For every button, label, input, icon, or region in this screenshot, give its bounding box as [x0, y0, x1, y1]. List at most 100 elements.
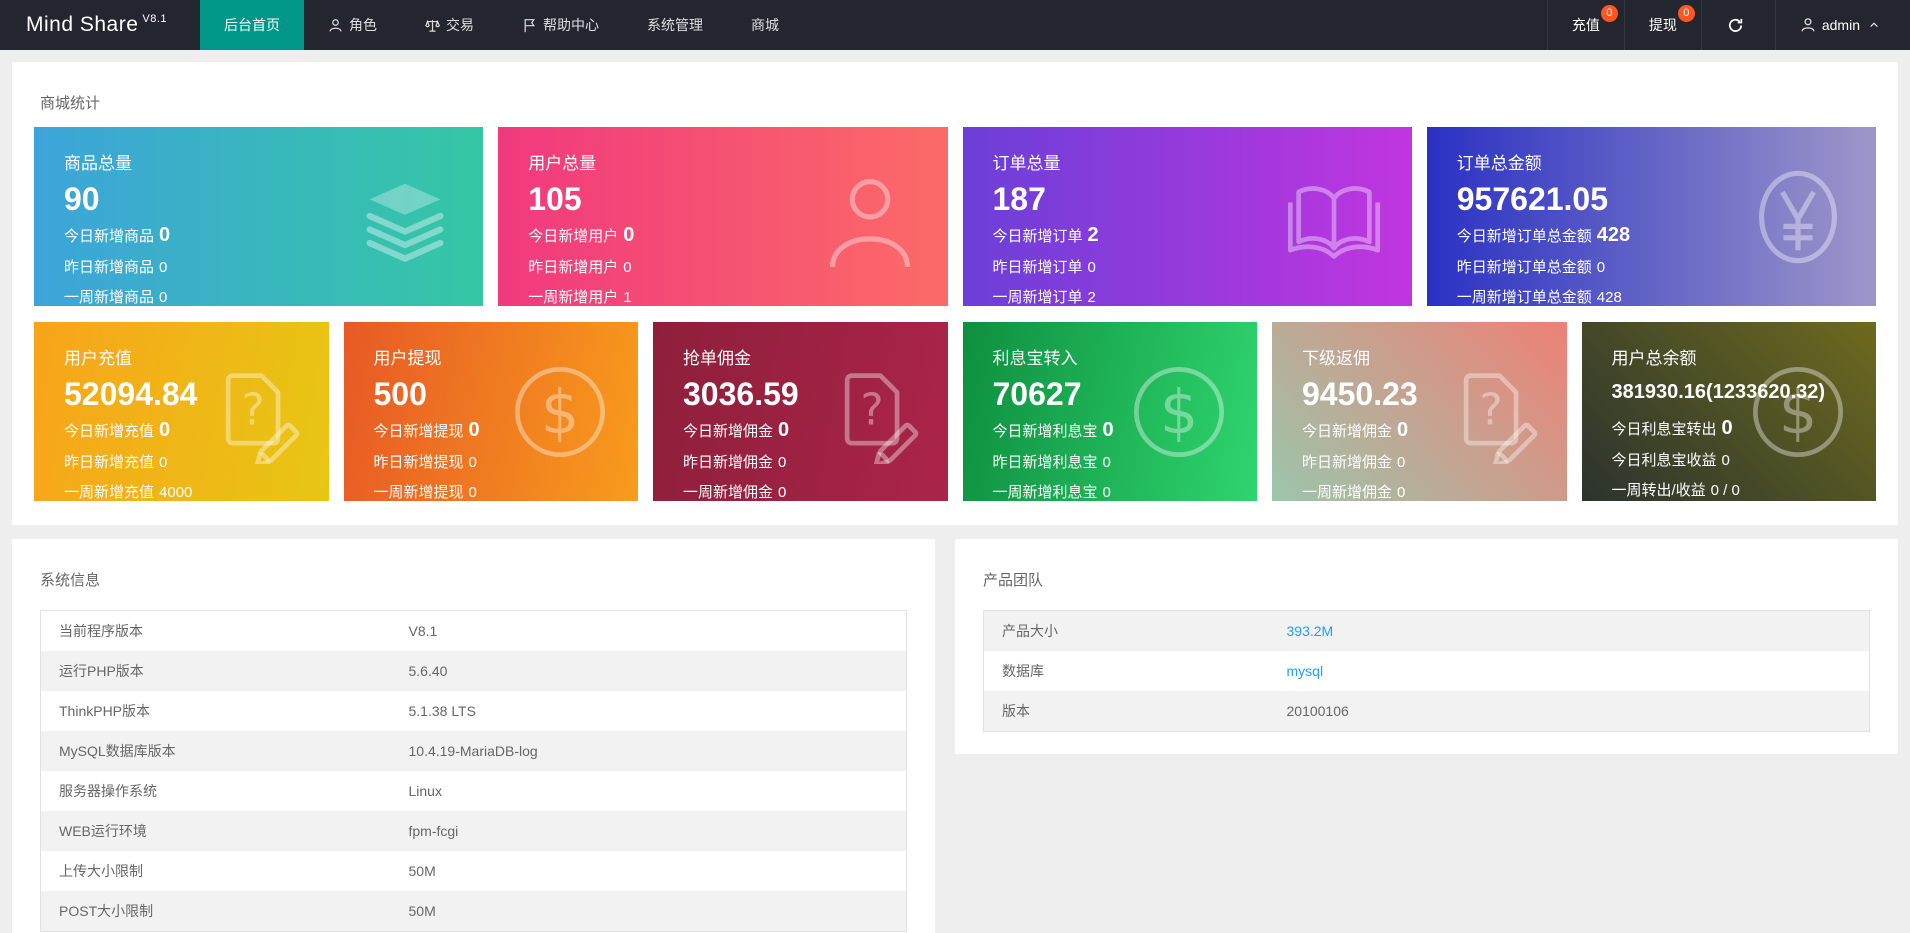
stat-card-title: 下级返佣: [1302, 349, 1370, 368]
stat-card-line: 今日新增佣金 0: [683, 419, 790, 441]
nav-item-label: 商城: [751, 17, 779, 33]
row-value: 50M: [408, 863, 436, 879]
stat-card-title: 订单总量: [992, 154, 1061, 173]
nav-item-1[interactable]: 后台首页: [200, 0, 304, 50]
table-row: 产品大小 393.2M: [983, 610, 1870, 652]
nav-item-label: 后台首页: [224, 17, 280, 33]
stat-card-title: 商品总量: [64, 154, 132, 173]
table-row: POST大小限制 50M: [40, 891, 907, 932]
navbar-right: 充值 0 提现 0 admin: [1546, 0, 1910, 50]
mall-stats-panel: 商城统计 商品总量 90 今日新增商品 0 昨日新增商品 0 一周新增商品 0 用户总量 105 今…: [12, 62, 1898, 525]
row-value: fpm-fcgi: [408, 823, 459, 839]
flag-icon: [522, 18, 537, 33]
stat-card: 抢单佣金 3036.59 今日新增佣金 0 昨日新增佣金 0 一周新增佣金 0?: [653, 322, 948, 501]
row-label: 运行PHP版本: [59, 663, 144, 679]
app-title: Mind Share: [26, 13, 139, 36]
table-row: ThinkPHP版本 5.1.38 LTS: [41, 691, 907, 731]
main-menu: 后台首页 角色 交易 帮助中心 系统管理 商城: [200, 0, 1547, 50]
stat-card-value: 70627: [992, 376, 1082, 412]
admin-menu[interactable]: admin: [1774, 0, 1910, 50]
stat-card: 用户充值 52094.84 今日新增充值 0 昨日新增充值 0 一周新增充值 4000?: [34, 322, 329, 501]
stats-panel-title: 商城统计: [40, 95, 101, 112]
role-user-icon: [328, 18, 343, 33]
stat-card-value: 381930.16(1233620.32): [1611, 381, 1826, 403]
stat-card: 用户总余额 381930.16(1233620.32) 今日利息宝转出 0 今日利息宝收…: [1581, 322, 1876, 501]
nav-item-3[interactable]: 交易: [401, 0, 498, 50]
row-label: 服务器操作系统: [59, 783, 157, 799]
bottom-panels: 系统信息 当前程序版本 V8.1 运行PHP版本 5.6.40 ThinkPHP版本 5.…: [12, 539, 1898, 933]
table-row: 当前程序版本 V8.1: [41, 611, 907, 652]
row-label: POST大小限制: [59, 903, 154, 919]
stat-card-title: 用户提现: [373, 349, 442, 368]
nav-item-5[interactable]: 系统管理: [623, 0, 727, 50]
app-logo[interactable]: Mind Share V8.1: [0, 0, 200, 50]
system-info-title: 系统信息: [40, 572, 101, 589]
stat-card-line: 昨日新增佣金 0: [683, 454, 787, 471]
stat-card-line: 昨日新增订单总金额 0: [1456, 259, 1606, 276]
stat-card-line: 一周新增佣金 0: [683, 484, 787, 501]
row-value: 5.1.38 LTS: [408, 703, 476, 719]
product-team-panel: 产品团队 产品大小 393.2M 数据库 mysql 版本 20100106: [955, 539, 1898, 754]
stat-card-title: 用户充值: [64, 349, 132, 368]
stat-card-line: 今日新增商品 0: [64, 224, 171, 246]
stat-card-line: 一周转出/收益 0 / 0: [1611, 482, 1740, 499]
nav-item-label: 角色: [349, 17, 377, 33]
row-label: 上传大小限制: [59, 863, 143, 879]
stat-card-title: 用户总余额: [1611, 349, 1697, 368]
nav-item-4[interactable]: 帮助中心: [498, 0, 623, 50]
stat-card-line: 昨日新增佣金 0: [1302, 454, 1406, 471]
product-team-table: 产品大小 393.2M 数据库 mysql 版本 20100106: [983, 610, 1870, 732]
stat-card-value: 52094.84: [64, 376, 198, 412]
stat-card-title: 抢单佣金: [683, 349, 751, 368]
stat-card: 用户总量 105 今日新增用户 0 昨日新增用户 0 一周新增用户 1: [498, 127, 948, 306]
stat-card-value: 90: [64, 181, 100, 217]
row-value-link[interactable]: mysql: [1269, 651, 1870, 691]
stat-card-line: 一周新增订单 2: [992, 289, 1096, 306]
stat-card-line: 昨日新增订单 0: [992, 259, 1096, 276]
stat-card-line: 今日利息宝收益 0: [1611, 452, 1730, 469]
app-version: V8.1: [142, 13, 168, 25]
row-label: 版本: [1002, 703, 1030, 719]
stat-card-line: 昨日新增商品 0: [64, 259, 168, 276]
system-info-table: 当前程序版本 V8.1 运行PHP版本 5.6.40 ThinkPHP版本 5.1.38 …: [40, 610, 907, 932]
stat-card-line: 今日利息宝转出 0: [1611, 417, 1733, 439]
stat-card-line: 今日新增订单总金额 428: [1456, 224, 1631, 246]
nav-item-2[interactable]: 角色: [304, 0, 401, 50]
table-row: MySQL数据库版本 10.4.19-MariaDB-log: [40, 731, 907, 771]
row-value: 50M: [408, 903, 436, 919]
system-info-panel: 系统信息 当前程序版本 V8.1 运行PHP版本 5.6.40 ThinkPHP版本 5.…: [12, 539, 935, 933]
stat-card-line: 一周新增充值 4000: [64, 484, 193, 501]
recharge-button[interactable]: 充值 0: [1546, 0, 1624, 50]
nav-item-label: 系统管理: [647, 17, 703, 33]
stat-card-line: 昨日新增提现 0: [373, 454, 477, 471]
main-content: 商城统计 商品总量 90 今日新增商品 0 昨日新增商品 0 一周新增商品 0 用户总量 105 今…: [0, 62, 1910, 933]
stat-card: 用户提现 500 今日新增提现 0 昨日新增提现 0 一周新增提现 0 $: [343, 322, 638, 501]
stat-card-title: 利息宝转入: [992, 349, 1078, 368]
row-label: 产品大小: [1002, 623, 1058, 639]
withdraw-button[interactable]: 提现 0: [1623, 0, 1701, 50]
stat-card-line: 今日新增佣金 0: [1302, 419, 1409, 441]
navbar: Mind Share V8.1 后台首页 角色 交易 帮助中心 系统管理 商城 充值 0 …: [0, 0, 1910, 50]
stat-card-value: 500: [373, 376, 427, 412]
stat-card-line: 一周新增用户 1: [528, 289, 632, 306]
stat-card-value: 3036.59: [683, 376, 799, 412]
stat-card-value: 187: [992, 181, 1046, 217]
stat-card-line: 今日新增利息宝 0: [992, 419, 1114, 441]
stat-card-title: 用户总量: [528, 154, 597, 173]
table-row: 上传大小限制 50M: [41, 851, 907, 891]
row-label: MySQL数据库版本: [59, 743, 176, 759]
stat-card: 商品总量 90 今日新增商品 0 昨日新增商品 0 一周新增商品 0: [34, 127, 484, 306]
stat-card-line: 一周新增佣金 0: [1302, 484, 1406, 501]
nav-item-6[interactable]: 商城: [727, 0, 803, 50]
stat-card-value: 105: [528, 181, 582, 217]
row-label: 当前程序版本: [59, 623, 143, 639]
admin-user-icon: [1800, 17, 1816, 33]
row-label: WEB运行环境: [59, 823, 147, 839]
refresh-button[interactable]: [1700, 0, 1775, 50]
row-value-link[interactable]: 393.2M: [1269, 611, 1870, 652]
row-label: ThinkPHP版本: [59, 703, 151, 719]
row-value: 5.6.40: [408, 663, 448, 679]
row-value: V8.1: [408, 623, 438, 639]
stats-card-row-2: 用户充值 52094.84 今日新增充值 0 昨日新增充值 0 一周新增充值 4000? 用户提…: [34, 322, 1876, 501]
stats-card-row-1: 商品总量 90 今日新增商品 0 昨日新增商品 0 一周新增商品 0 用户总量 105 今日新增用户…: [34, 127, 1876, 306]
